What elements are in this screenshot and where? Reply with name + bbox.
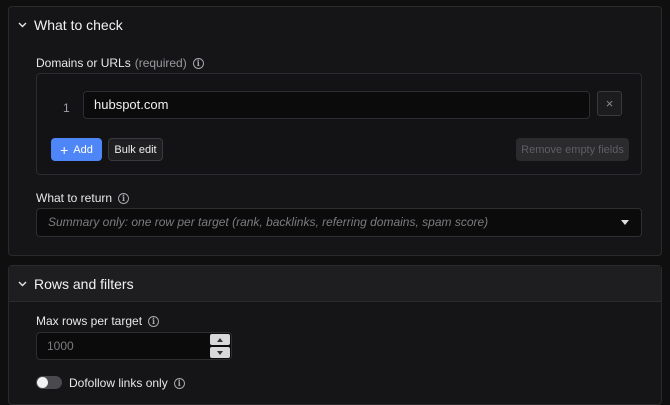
rows-and-filters-section: Rows and filters Max rows per target i 1… <box>8 265 662 405</box>
section-title: Rows and filters <box>34 275 134 292</box>
caret-down-icon <box>217 350 223 355</box>
row-index: 1 <box>63 101 70 115</box>
plus-icon: + <box>60 141 69 158</box>
max-rows-label-text: Max rows per target <box>36 314 143 328</box>
what-to-check-header[interactable]: What to check <box>9 7 661 43</box>
increment-button[interactable] <box>210 334 230 345</box>
domains-label-text: Domains or URLs <box>36 56 131 70</box>
domains-label: Domains or URLs (required) i <box>36 56 204 70</box>
info-icon[interactable]: i <box>173 377 185 389</box>
url-input[interactable]: hubspot.com <box>83 91 590 119</box>
chevron-down-icon <box>17 279 27 289</box>
remove-row-button[interactable]: × <box>597 91 622 116</box>
info-icon[interactable]: i <box>118 192 130 204</box>
remove-empty-fields-button[interactable]: Remove empty fields <box>516 138 629 161</box>
caret-down-icon <box>621 220 629 225</box>
decrement-button[interactable] <box>210 347 230 358</box>
rows-and-filters-header[interactable]: Rows and filters <box>9 266 661 302</box>
info-icon[interactable]: i <box>148 315 160 327</box>
dofollow-label: Dofollow links only i <box>69 376 185 390</box>
dofollow-toggle[interactable] <box>36 376 62 389</box>
max-rows-input[interactable]: 1000 <box>36 332 232 360</box>
select-value: Summary only: one row per target (rank, … <box>48 215 489 229</box>
close-icon: × <box>605 96 614 111</box>
what-to-check-section: What to check Domains or URLs (required)… <box>8 6 662 256</box>
caret-up-icon <box>217 337 223 342</box>
bulk-edit-button[interactable]: Bulk edit <box>108 138 163 161</box>
add-button-label: Add <box>73 143 93 156</box>
max-rows-stepper[interactable] <box>210 334 230 358</box>
add-button[interactable]: + Add <box>51 138 102 161</box>
dofollow-label-text: Dofollow links only <box>69 376 168 390</box>
what-to-return-select[interactable]: Summary only: one row per target (rank, … <box>36 208 642 237</box>
required-hint: (required) <box>134 56 187 70</box>
what-to-return-label: What to return i <box>36 191 130 205</box>
toggle-knob <box>37 377 48 388</box>
section-title: What to check <box>34 17 123 33</box>
chevron-down-icon <box>17 20 27 30</box>
max-rows-label: Max rows per target i <box>36 314 160 328</box>
info-icon[interactable]: i <box>192 57 204 69</box>
urls-list: 1 hubspot.com × + Add Bulk edit Remove e… <box>36 73 642 175</box>
what-to-return-label-text: What to return <box>36 191 113 205</box>
